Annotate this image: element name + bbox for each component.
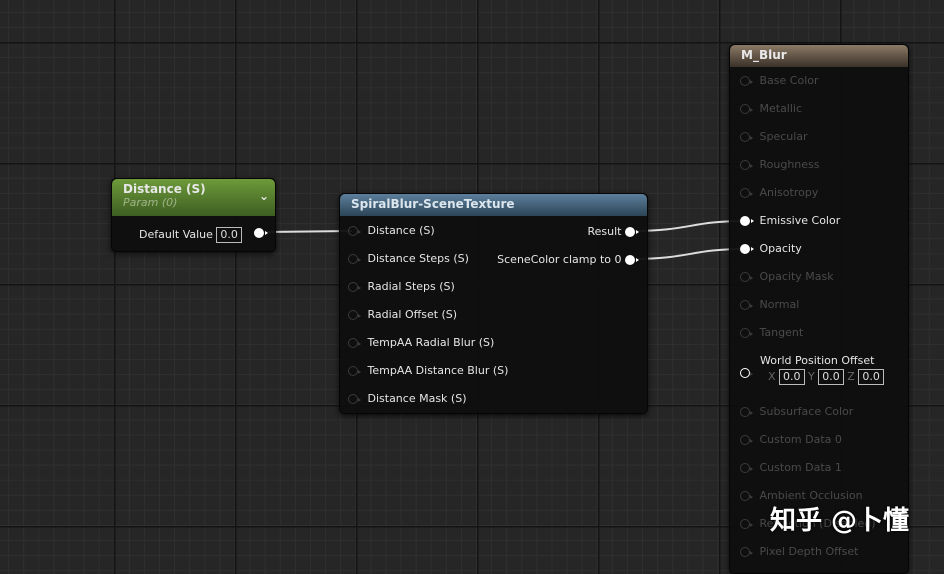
pin-label: TempAA Distance Blur (S) — [367, 364, 509, 377]
pin-icon[interactable] — [740, 463, 753, 473]
input-pin-row[interactable]: Opacity — [740, 242, 802, 255]
chevron-down-icon[interactable]: ⌄ — [259, 189, 269, 203]
pin-label: Base Color — [759, 74, 819, 87]
output-pin-result[interactable] — [625, 227, 639, 237]
pin-label: Normal — [759, 298, 800, 311]
input-pin-row[interactable]: Radial Steps (S) — [348, 280, 455, 293]
input-pin-row[interactable]: Distance Mask (S) — [348, 392, 467, 405]
input-pin-row[interactable]: Base Color — [740, 74, 819, 87]
pin-icon[interactable] — [740, 104, 753, 114]
pin-icon[interactable] — [740, 76, 753, 86]
wpo-y-input[interactable]: 0.0 — [818, 369, 844, 385]
function-node[interactable]: SpiralBlur-SceneTexture Distance (S) Dis… — [339, 193, 648, 414]
input-pin-row[interactable]: Specular — [740, 130, 808, 143]
pin-icon[interactable] — [740, 519, 753, 529]
input-pin-row[interactable]: Roughness — [740, 158, 820, 171]
material-node[interactable]: M_Blur Base Color Metallic Specular Roug… — [729, 44, 909, 574]
pin-icon[interactable] — [740, 272, 753, 282]
pin-icon[interactable] — [348, 394, 361, 404]
input-pin-row[interactable]: Tangent — [740, 326, 803, 339]
pin-icon[interactable] — [740, 328, 753, 338]
input-pin-row[interactable]: Anisotropy — [740, 186, 818, 199]
pin-label: Opacity Mask — [759, 270, 834, 283]
pin-icon[interactable] — [348, 226, 361, 236]
pin-label: Pixel Depth Offset — [759, 545, 859, 558]
pin-label: Subsurface Color — [759, 405, 854, 418]
input-pin-row[interactable]: Subsurface Color — [740, 405, 853, 418]
output-pin[interactable] — [254, 228, 268, 238]
pin-icon[interactable] — [740, 368, 753, 378]
pin-icon[interactable] — [740, 160, 753, 170]
pin-label: Distance Steps (S) — [367, 252, 469, 265]
input-pin-row[interactable]: Radial Offset (S) — [348, 308, 457, 321]
pin-icon[interactable] — [348, 254, 361, 264]
pin-icon[interactable] — [740, 435, 753, 445]
pin-icon[interactable] — [348, 338, 361, 348]
pin-label: Roughness — [759, 158, 820, 171]
pin-icon[interactable] — [348, 366, 361, 376]
input-pin-row[interactable]: Metallic — [740, 102, 802, 115]
pin-label: Opacity — [759, 242, 802, 255]
x-label: X — [768, 370, 776, 383]
wpo-z-input[interactable]: 0.0 — [858, 369, 884, 385]
pin-icon[interactable] — [348, 310, 361, 320]
wpo-x-input[interactable]: 0.0 — [779, 369, 805, 385]
y-label: Y — [808, 370, 815, 383]
input-pin-row[interactable]: Distance Steps (S) — [348, 252, 469, 265]
pin-icon[interactable] — [740, 244, 754, 254]
pin-label: Distance (S) — [367, 224, 435, 237]
pin-icon[interactable] — [348, 282, 361, 292]
material-title: M_Blur — [730, 45, 908, 67]
pin-label: Custom Data 1 — [759, 461, 842, 474]
pin-label: Custom Data 0 — [759, 433, 842, 446]
pin-label: Specular — [759, 130, 808, 143]
pin-label: Anisotropy — [759, 186, 819, 199]
pin-label: Tangent — [759, 326, 804, 339]
output-pin-scenecolor[interactable] — [625, 255, 639, 265]
param-node[interactable]: Distance (S) Param (0) ⌄ Default Value 0… — [111, 178, 276, 252]
input-pin-row[interactable]: Custom Data 1 — [740, 461, 842, 474]
param-node-header[interactable]: Distance (S) Param (0) ⌄ — [112, 179, 275, 216]
pin-icon[interactable] — [740, 491, 753, 501]
z-label: Z — [847, 370, 855, 383]
pin-icon[interactable] — [740, 547, 753, 557]
pin-label: Emissive Color — [759, 214, 841, 227]
input-pin-row[interactable]: Custom Data 0 — [740, 433, 842, 446]
default-value-input[interactable]: 0.0 — [216, 227, 242, 243]
pin-label: Radial Offset (S) — [367, 308, 458, 321]
input-pin-row[interactable]: Opacity Mask — [740, 270, 834, 283]
pin-icon[interactable] — [740, 188, 753, 198]
pin-icon[interactable] — [740, 300, 753, 310]
input-pin-row[interactable]: Emissive Color — [740, 214, 840, 227]
output-label: Result — [587, 225, 622, 238]
default-value-label: Default Value — [139, 228, 213, 241]
pin-label: World Position Offset — [760, 354, 875, 367]
param-title: Distance (S) — [123, 182, 206, 196]
pin-icon[interactable] — [740, 407, 753, 417]
input-pin-row[interactable]: Pixel Depth Offset — [740, 545, 859, 558]
input-pin-row[interactable]: Normal — [740, 298, 799, 311]
pin-label: TempAA Radial Blur (S) — [367, 336, 495, 349]
watermark: 知乎 @卜懂 — [770, 506, 910, 536]
output-label: SceneColor clamp to 0 — [497, 253, 622, 266]
pin-icon[interactable] — [740, 216, 754, 226]
pin-icon[interactable] — [740, 132, 753, 142]
function-title: SpiralBlur-SceneTexture — [340, 194, 647, 216]
pin-label: Distance Mask (S) — [367, 392, 467, 405]
input-pin-row[interactable]: TempAA Radial Blur (S) — [348, 336, 494, 349]
pin-label: Radial Steps (S) — [367, 280, 455, 293]
input-pin-row[interactable]: TempAA Distance Blur (S) — [348, 364, 508, 377]
world-position-offset-row[interactable]: World Position Offset X 0.0 Y 0.0 Z 0.0 — [740, 354, 884, 385]
input-pin-row[interactable]: Distance (S) — [348, 224, 435, 237]
pin-label: Metallic — [759, 102, 803, 115]
param-subtitle: Param (0) — [123, 196, 178, 209]
